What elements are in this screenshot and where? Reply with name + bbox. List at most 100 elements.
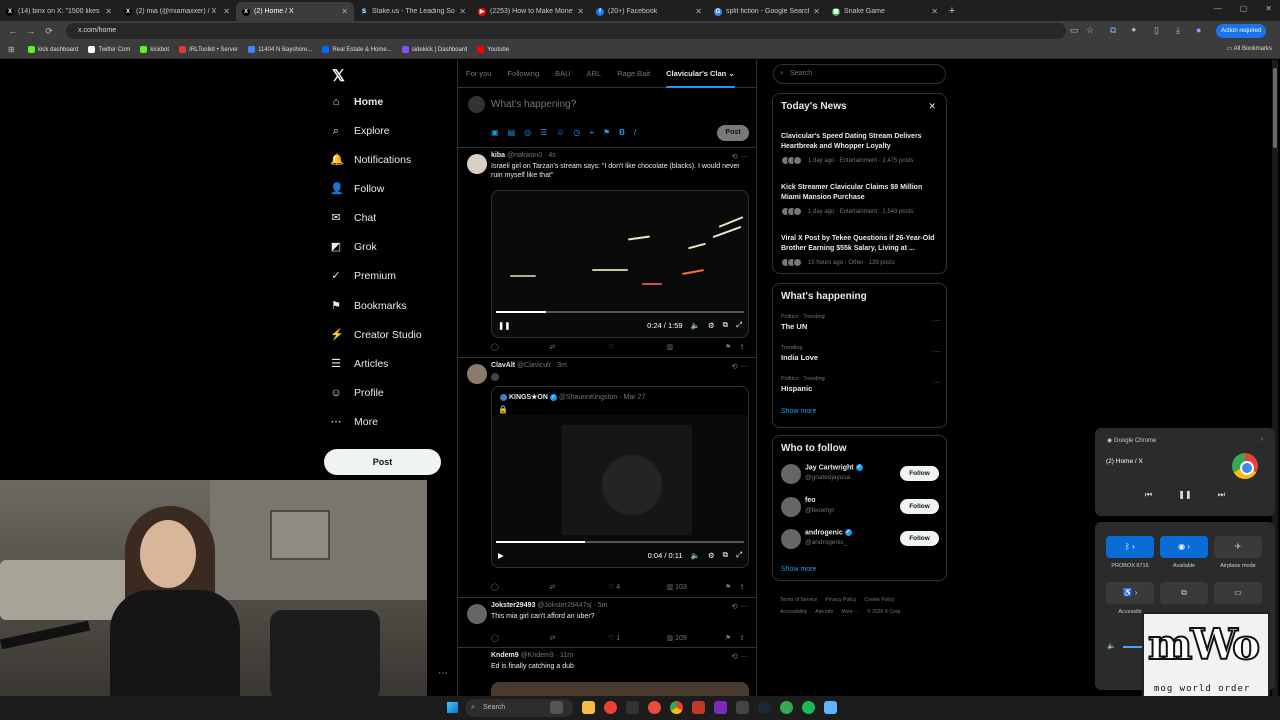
timeline-tab[interactable]: Following: [499, 60, 547, 88]
show-more-link[interactable]: Show more: [781, 408, 816, 415]
news-item[interactable]: Clavicular's Speed Dating Stream Deliver…: [781, 132, 941, 165]
timeline-tab[interactable]: For you: [458, 60, 499, 88]
views-button[interactable]: ▥ 103: [667, 583, 726, 593]
timeline-tab[interactable]: Clavicular's Clan ⌄: [658, 60, 743, 88]
bookmark-item[interactable]: 11404 N Bayshore...: [248, 46, 312, 53]
show-more-link[interactable]: Show more: [781, 566, 816, 573]
follow-suggestion[interactable]: Jay Cartwright ✓ @goatedjayusa Follow: [781, 462, 941, 486]
puzzle-icon[interactable]: ✦: [1130, 25, 1138, 36]
avatar[interactable]: [781, 529, 801, 549]
italic-icon[interactable]: I: [634, 128, 636, 138]
cast-tile[interactable]: ⧉: [1160, 582, 1208, 604]
nav-item-creator-studio[interactable]: ⚡ Creator Studio: [330, 325, 422, 345]
tweet[interactable]: Kndem9 @Kndem9 · 11m ⟲ ··· Ed is finally…: [458, 648, 756, 696]
app-icon[interactable]: [736, 701, 749, 714]
tab-close-icon[interactable]: ✕: [931, 7, 938, 16]
tab-close-icon[interactable]: ✕: [341, 7, 348, 16]
follow-suggestion[interactable]: androgenic ✓ @androgenic_ Follow: [781, 527, 941, 551]
footer-link[interactable]: Ads info: [815, 609, 833, 615]
nav-item-follow[interactable]: 👤 Follow: [330, 179, 384, 199]
tweet-media[interactable]: [491, 682, 749, 696]
follow-button[interactable]: Follow: [900, 499, 939, 514]
tweet-author-name[interactable]: Kndem9: [491, 652, 519, 659]
app-icon[interactable]: [692, 701, 705, 714]
footer-link[interactable]: Terms of Service: [780, 597, 817, 603]
share-icon[interactable]: ⇪: [739, 583, 749, 593]
quote-author-name[interactable]: KINGS★ON: [509, 394, 548, 401]
browser-tab[interactable]: ▶ (2253) How to Make Money on ✕: [472, 2, 590, 21]
avatar[interactable]: [781, 464, 801, 484]
flag-icon[interactable]: ⚑: [603, 128, 610, 138]
address-bar[interactable]: x.com/home: [66, 23, 1066, 39]
retweet-icon[interactable]: ⇄: [550, 634, 609, 644]
browser-tab[interactable]: X (2) mia (@miamaxxer) / X ✕: [118, 2, 236, 21]
chrome-icon[interactable]: [670, 701, 683, 714]
apps-icon[interactable]: ⊞: [8, 45, 15, 54]
poll-icon[interactable]: ☰: [540, 128, 547, 138]
settings-icon[interactable]: ⚙: [708, 321, 715, 330]
composer-avatar[interactable]: [468, 96, 485, 113]
retweet-icon[interactable]: ⇄: [550, 583, 609, 593]
bluetooth-tile[interactable]: ᛒ ›: [1106, 536, 1154, 558]
more-options-icon[interactable]: ⟲ ···: [731, 602, 748, 611]
app-icon[interactable]: [604, 701, 617, 714]
location-icon[interactable]: ⌖: [589, 128, 594, 138]
minimize-icon[interactable]: —: [1214, 4, 1222, 13]
more-options-icon[interactable]: ⟲ ···: [731, 652, 748, 661]
search-input[interactable]: ⌕ Search: [773, 64, 946, 84]
composer-input[interactable]: What's happening?: [491, 99, 576, 110]
gif-icon[interactable]: ▤: [508, 128, 516, 138]
follow-button[interactable]: Follow: [900, 466, 939, 481]
browser-tab[interactable]: f (20+) Facebook ✕: [590, 2, 708, 21]
fullscreen-icon[interactable]: ⤢: [736, 550, 742, 560]
pause-icon[interactable]: ❚❚: [1178, 490, 1191, 500]
footer-link[interactable]: More ···: [841, 609, 859, 615]
bookmark-item[interactable]: Youtube: [477, 46, 509, 53]
all-bookmarks-button[interactable]: ▭ All Bookmarks: [1227, 45, 1272, 52]
share-icon[interactable]: ⇪: [739, 634, 749, 644]
sidepanel-icon[interactable]: ▯: [1154, 25, 1159, 36]
bookmark-item[interactable]: IRLToolkit • Server: [179, 46, 238, 53]
bookmark-item[interactable]: Twitter Com: [88, 46, 130, 53]
footer-link[interactable]: © 2026 X Corp.: [867, 609, 902, 615]
trend-item[interactable]: Trending India Love ···: [781, 345, 941, 362]
browser-tab[interactable]: X (2) Home / X ✕: [236, 2, 354, 21]
bookmark-item[interactable]: kick dashboard: [28, 46, 78, 53]
next-icon[interactable]: ⏭: [1218, 490, 1225, 500]
tab-close-icon[interactable]: ✕: [695, 7, 702, 16]
follow-button[interactable]: Follow: [900, 531, 939, 546]
tweet-author-name[interactable]: kiba: [491, 152, 505, 159]
pause-icon[interactable]: ❚❚: [498, 321, 511, 330]
emoji-icon[interactable]: ☺: [556, 128, 564, 138]
steam-icon[interactable]: [758, 701, 771, 714]
tweet[interactable]: kiba @nakwon0 · 4s ⟲ ··· Israeli girl on…: [458, 148, 756, 358]
trend-item[interactable]: Politics · Trending Hispanic ···: [781, 376, 941, 393]
tweet[interactable]: Jokster29493 @Jokster29447sj · 5m ⟲ ··· …: [458, 598, 756, 648]
nav-item-notifications[interactable]: 🔔 Notifications: [330, 150, 411, 170]
close-window-icon[interactable]: ✕: [1265, 4, 1272, 13]
nav-item-profile[interactable]: ☺ Profile: [330, 383, 383, 403]
quote-handle[interactable]: @ShaunnKingston: [559, 394, 617, 401]
volume-icon[interactable]: 🔈: [691, 321, 700, 330]
profile-avatar-icon[interactable]: ●: [1196, 25, 1201, 35]
tweet-author-name[interactable]: Jokster29493: [491, 602, 535, 609]
pip-icon[interactable]: ⧉: [723, 320, 728, 330]
taskview-icon[interactable]: [550, 701, 563, 714]
like-button[interactable]: ♡ 4: [608, 583, 667, 593]
app-icon[interactable]: [626, 701, 639, 714]
quote-time[interactable]: Mar 27: [624, 394, 646, 401]
project-tile[interactable]: ▭: [1214, 582, 1262, 604]
reply-icon[interactable]: ◯: [491, 634, 550, 644]
play-icon[interactable]: ▶: [498, 551, 504, 560]
avatar[interactable]: [781, 497, 801, 517]
footer-link[interactable]: Accessibility: [780, 609, 807, 615]
close-icon[interactable]: ›: [1261, 436, 1263, 443]
more-icon[interactable]: ⋯: [438, 668, 448, 679]
wifi-tile[interactable]: ◉ ›: [1160, 536, 1208, 558]
tweet-avatar[interactable]: [467, 604, 487, 624]
trend-item[interactable]: Politics · Trending The UN ···: [781, 314, 941, 331]
views-icon[interactable]: ▥: [667, 343, 726, 353]
image-icon[interactable]: ▣: [491, 128, 499, 138]
footer-link[interactable]: Cookie Policy: [864, 597, 894, 603]
pip-icon[interactable]: ⧉: [723, 550, 728, 560]
